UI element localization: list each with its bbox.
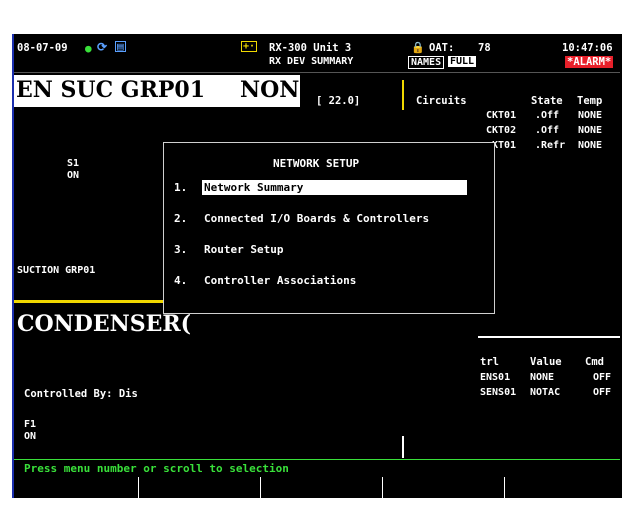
menu-item-label[interactable]: Network Summary bbox=[204, 181, 303, 194]
condenser-col-ctrl: trl bbox=[480, 356, 499, 368]
function-key-separator bbox=[138, 477, 139, 498]
circuit-temp: NONE bbox=[578, 110, 603, 121]
circuits-state-header: State bbox=[531, 95, 563, 107]
f1-label[interactable]: F1 bbox=[24, 419, 36, 430]
circuit-name[interactable]: CKT01 bbox=[486, 110, 516, 121]
lock-icon: 🔒 bbox=[411, 41, 425, 54]
status-message: Press menu number or scroll to selection bbox=[24, 462, 289, 475]
disk-icon: ▤ bbox=[115, 40, 126, 53]
full-toggle[interactable]: FULL bbox=[448, 56, 477, 67]
f1-state: ON bbox=[24, 431, 37, 442]
menu-item-number: 3. bbox=[174, 243, 188, 256]
condenser-row-value: NONE bbox=[530, 372, 555, 383]
menu-item-number: 4. bbox=[174, 274, 188, 287]
dialog-title: NETWORK SETUP bbox=[273, 157, 360, 170]
function-key-separator bbox=[504, 477, 505, 498]
function-key-bar bbox=[14, 477, 620, 498]
s1-label[interactable]: S1 bbox=[67, 158, 79, 169]
oat-value: 78 bbox=[478, 42, 491, 54]
circuits-header: Circuits bbox=[416, 95, 467, 107]
menu-item-connected-boards[interactable]: Connected I/O Boards & Controllers bbox=[204, 212, 429, 225]
suction-group-label: SUCTION GRP01 bbox=[17, 265, 96, 276]
condenser-col-value: Value bbox=[530, 356, 562, 368]
controlled-by-label: Controlled By: Dis bbox=[24, 388, 138, 400]
condenser-row-cmd: OFF bbox=[593, 387, 612, 398]
header-date: 08-07-09 bbox=[17, 42, 68, 54]
oat-label: OAT: bbox=[429, 42, 455, 54]
condenser-title[interactable]: CONDENSER( bbox=[17, 311, 191, 337]
circuit-name[interactable]: KT01 bbox=[492, 140, 516, 151]
menu-item-number: 2. bbox=[174, 212, 188, 225]
suction-title[interactable]: EN SUC GRP01 bbox=[16, 77, 205, 103]
yellow-horizontal-divider bbox=[14, 300, 164, 303]
header-time: 10:47:06 bbox=[562, 42, 613, 54]
circuit-name[interactable]: CKT02 bbox=[486, 125, 516, 136]
circuits-temp-header: Temp bbox=[577, 95, 603, 107]
menu-item-router-setup[interactable]: Router Setup bbox=[204, 243, 283, 256]
circuit-temp: NONE bbox=[578, 140, 603, 151]
circuit-state: .Off bbox=[535, 125, 560, 136]
suction-value: [ 22.0] bbox=[316, 95, 361, 107]
menu-item-number: 1. bbox=[174, 181, 188, 194]
names-toggle[interactable]: NAMES bbox=[408, 56, 445, 69]
alarm-indicator[interactable]: *ALARM* bbox=[565, 56, 614, 68]
right-bezel-edge bbox=[620, 34, 622, 498]
network-setup-dialog: NETWORK SETUP 1. Network Summary 2. Conn… bbox=[163, 142, 495, 314]
status-dot-icon: ● bbox=[85, 42, 92, 55]
network-icon[interactable]: ⟳ bbox=[97, 40, 107, 54]
condenser-row-value: NOTAC bbox=[530, 387, 561, 398]
function-key-separator bbox=[382, 477, 383, 498]
circuit-temp: NONE bbox=[578, 125, 603, 136]
s1-state: ON bbox=[67, 170, 80, 181]
condenser-row-name[interactable]: SENS01 bbox=[480, 387, 516, 398]
suction-status: NONE bbox=[240, 77, 317, 103]
condenser-table-divider bbox=[478, 336, 620, 338]
circuit-state: .Off bbox=[535, 110, 560, 121]
condenser-row-cmd: OFF bbox=[593, 372, 612, 383]
circuit-state: .Refr bbox=[535, 140, 566, 151]
white-vertical-divider bbox=[402, 436, 404, 458]
yellow-vertical-divider bbox=[402, 80, 404, 110]
controller-screen: 08-07-09 ● ⟳ ▤ +· RX-300 Unit 3 RX DEV S… bbox=[0, 0, 626, 527]
header-divider bbox=[14, 72, 620, 73]
unit-title: RX-300 Unit 3 bbox=[269, 42, 352, 54]
status-divider bbox=[14, 459, 620, 460]
battery-icon: +· bbox=[241, 41, 258, 52]
screen-name: RX DEV SUMMARY bbox=[269, 56, 354, 67]
function-key-separator bbox=[260, 477, 261, 498]
menu-item-controller-associations[interactable]: Controller Associations bbox=[204, 274, 356, 287]
condenser-row-name[interactable]: ENS01 bbox=[480, 372, 510, 383]
condenser-col-cmd: Cmd bbox=[585, 356, 604, 368]
